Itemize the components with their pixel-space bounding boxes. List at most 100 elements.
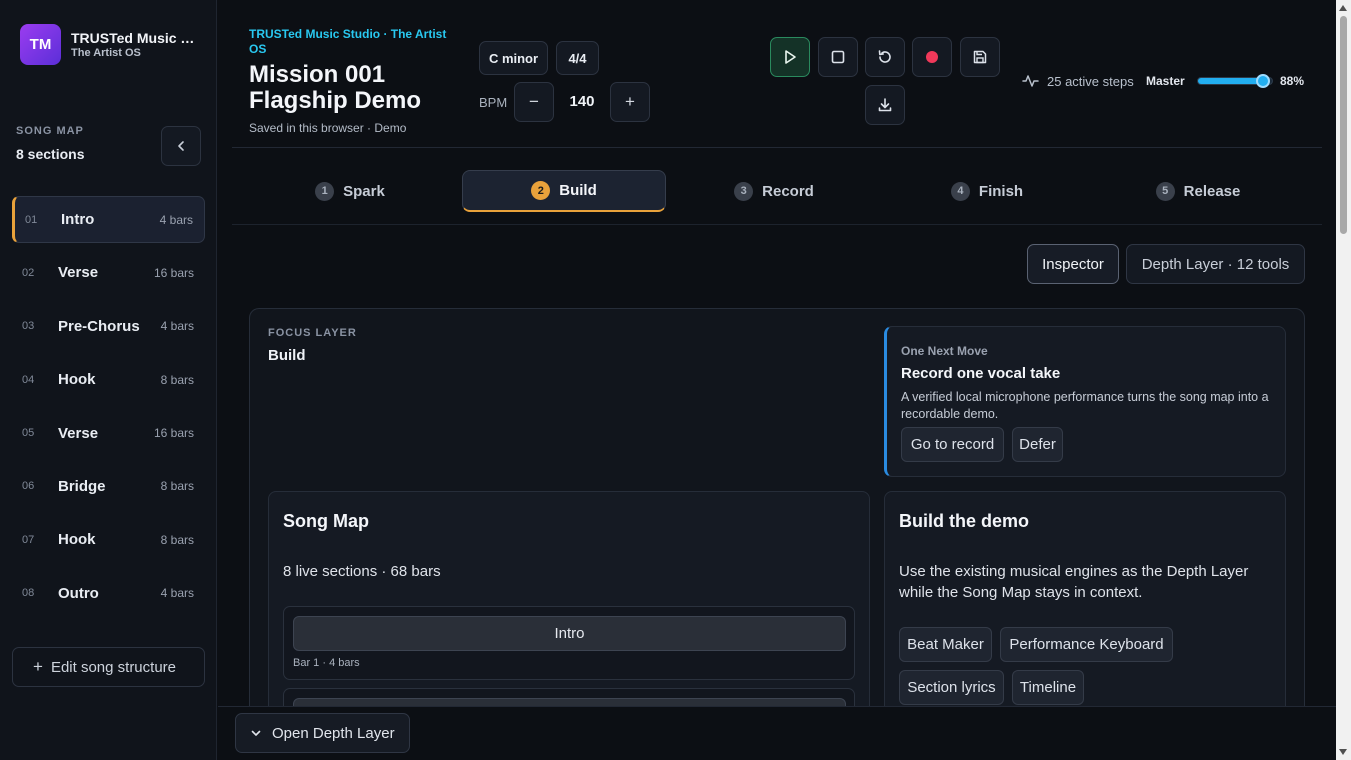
minus-icon: −: [529, 92, 539, 111]
tab-finish[interactable]: 4 Finish: [932, 170, 1042, 212]
performance-keyboard-button[interactable]: Performance Keyboard: [1000, 627, 1173, 662]
tab-label: Spark: [343, 182, 385, 200]
focus-layer-label: FOCUS LAYER: [268, 327, 357, 339]
page-scrollbar[interactable]: [1336, 0, 1351, 760]
tab-release[interactable]: 5 Release: [1138, 170, 1258, 212]
scroll-up-icon[interactable]: [1339, 5, 1347, 11]
go-to-record-button[interactable]: Go to record: [901, 427, 1004, 462]
active-steps-label: 25 active steps: [1047, 73, 1134, 89]
next-move-card: One Next Move Record one vocal take A ve…: [884, 326, 1286, 477]
section-name: Hook: [58, 371, 96, 389]
key-selector[interactable]: C minor: [479, 41, 548, 75]
activity-icon: [1022, 75, 1039, 87]
section-lyrics-button[interactable]: Section lyrics: [899, 670, 1004, 705]
timeline-button[interactable]: Timeline: [1012, 670, 1084, 705]
section-bars: 8 bars: [160, 532, 194, 547]
tab-number: 3: [734, 181, 754, 201]
scroll-down-icon[interactable]: [1339, 749, 1347, 755]
section-item[interactable]: 02 Verse 16 bars: [12, 249, 205, 296]
section-name: Intro: [61, 211, 95, 228]
bpm-increase-button[interactable]: +: [610, 82, 650, 122]
beat-maker-button[interactable]: Beat Maker: [899, 627, 992, 662]
section-item[interactable]: 06 Bridge 8 bars: [12, 463, 205, 510]
record-dot-icon: [926, 51, 938, 63]
plus-icon: +: [625, 92, 635, 111]
inspector-button[interactable]: Inspector: [1027, 244, 1119, 284]
song-map-card-title: Song Map: [283, 511, 369, 531]
section-bars: 8 bars: [160, 372, 194, 387]
song-map-card: Song Map 8 live sections · 68 bars Intro…: [268, 491, 870, 741]
save-button[interactable]: [960, 37, 1000, 77]
section-number: 03: [22, 320, 35, 333]
section-number: 04: [22, 373, 35, 386]
master-volume-handle[interactable]: [1256, 74, 1271, 88]
tab-build[interactable]: 2 Build: [462, 170, 666, 212]
open-depth-layer-button[interactable]: Open Depth Layer: [235, 713, 410, 753]
record-button[interactable]: [912, 37, 952, 77]
section-name: Pre-Chorus: [58, 317, 140, 335]
app: TM TRUSTed Music S... The Artist OS SONG…: [0, 0, 1351, 760]
section-name: Outro: [58, 584, 99, 602]
section-bars: 4 bars: [159, 212, 193, 227]
song-map-section-button[interactable]: Intro: [293, 616, 846, 651]
section-bars: 4 bars: [160, 586, 194, 601]
tab-number: 1: [315, 181, 335, 201]
tab-label: Build: [559, 182, 597, 199]
section-bars: 4 bars: [160, 319, 194, 334]
play-icon: [785, 50, 796, 64]
defer-button[interactable]: Defer: [1012, 427, 1063, 462]
tabs-divider: [232, 224, 1322, 225]
save-icon: [973, 50, 987, 64]
section-name: Verse: [58, 424, 99, 442]
section-list: 01 Intro 4 bars 02 Verse 16 bars 03 Pre-…: [12, 196, 205, 623]
bpm-value: 140: [569, 93, 595, 110]
section-item[interactable]: 04 Hook 8 bars: [12, 356, 205, 403]
tab-spark[interactable]: 1 Spark: [295, 170, 405, 212]
save-status: Saved in this browser · Demo: [249, 121, 407, 135]
song-map-section-meta: Bar 1 · 4 bars: [293, 657, 360, 669]
active-steps: 25 active steps: [1022, 73, 1134, 89]
song-map-section: Intro Bar 1 · 4 bars: [283, 606, 855, 680]
sidebar: TM TRUSTed Music S... The Artist OS SONG…: [0, 0, 217, 760]
song-map-header: SONG MAP 8 sections: [16, 125, 84, 162]
export-button[interactable]: [865, 85, 905, 125]
section-number: 07: [22, 533, 35, 546]
reset-button[interactable]: [865, 37, 905, 77]
rotate-icon: [878, 50, 891, 63]
tab-label: Record: [762, 182, 814, 200]
scrollbar-thumb[interactable]: [1340, 16, 1347, 234]
bpm-decrease-button[interactable]: −: [514, 82, 554, 122]
stop-button[interactable]: [818, 37, 858, 77]
section-item[interactable]: 07 Hook 8 bars: [12, 516, 205, 563]
master-volume-slider[interactable]: [1197, 74, 1273, 88]
chevron-left-icon: [178, 141, 184, 151]
open-depth-layer-label: Open Depth Layer: [272, 724, 395, 742]
section-number: 08: [22, 587, 35, 600]
next-move-description: A verified local microphone performance …: [901, 390, 1269, 421]
time-signature-selector[interactable]: 4/4: [556, 41, 599, 75]
tab-record[interactable]: 3 Record: [714, 170, 834, 212]
header-divider: [232, 147, 1322, 148]
next-move-label: One Next Move: [901, 344, 988, 358]
section-number: 06: [22, 480, 35, 493]
section-item[interactable]: 05 Verse 16 bars: [12, 410, 205, 457]
brand-title: TRUSTed Music S...: [71, 30, 201, 46]
section-item[interactable]: 03 Pre-Chorus 4 bars: [12, 303, 205, 350]
build-demo-title: Build the demo: [899, 511, 1029, 531]
song-map-label: SONG MAP: [16, 125, 84, 137]
master-volume-fill: [1198, 78, 1264, 84]
song-map-summary: 8 live sections · 68 bars: [283, 563, 441, 580]
play-button[interactable]: [770, 37, 810, 77]
bpm-label: BPM: [479, 95, 508, 110]
depth-layer-button[interactable]: Depth Layer · 12 tools: [1126, 244, 1305, 284]
section-item[interactable]: 01 Intro 4 bars: [12, 196, 205, 243]
edit-song-structure-button[interactable]: + Edit song structure: [12, 647, 205, 687]
section-item[interactable]: 08 Outro 4 bars: [12, 570, 205, 617]
tab-number: 2: [531, 181, 551, 200]
brand: TM TRUSTed Music S... The Artist OS: [20, 24, 201, 65]
song-map-count: 8 sections: [16, 146, 85, 162]
collapse-sidebar-button[interactable]: [161, 126, 201, 166]
section-name: Bridge: [58, 477, 106, 495]
section-name: Verse: [58, 264, 99, 282]
section-name: Hook: [58, 531, 96, 549]
